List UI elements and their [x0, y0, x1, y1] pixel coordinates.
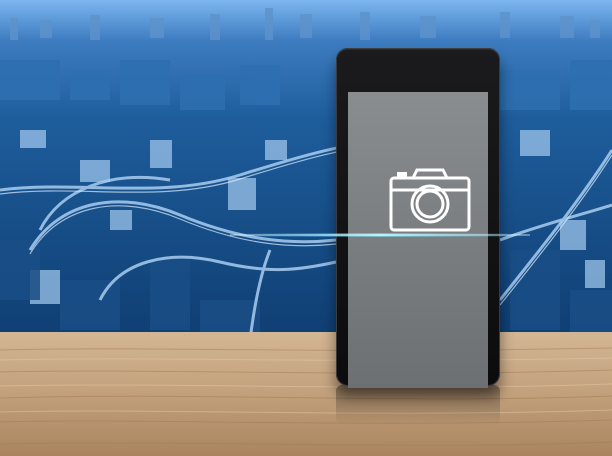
city-background: [0, 0, 612, 340]
wooden-table: [0, 332, 612, 456]
camera-icon: [389, 168, 471, 232]
phone-screen: [348, 92, 488, 388]
photo-scene: [0, 0, 612, 456]
smartphone: [336, 48, 500, 388]
phone-reflection: [336, 385, 500, 425]
